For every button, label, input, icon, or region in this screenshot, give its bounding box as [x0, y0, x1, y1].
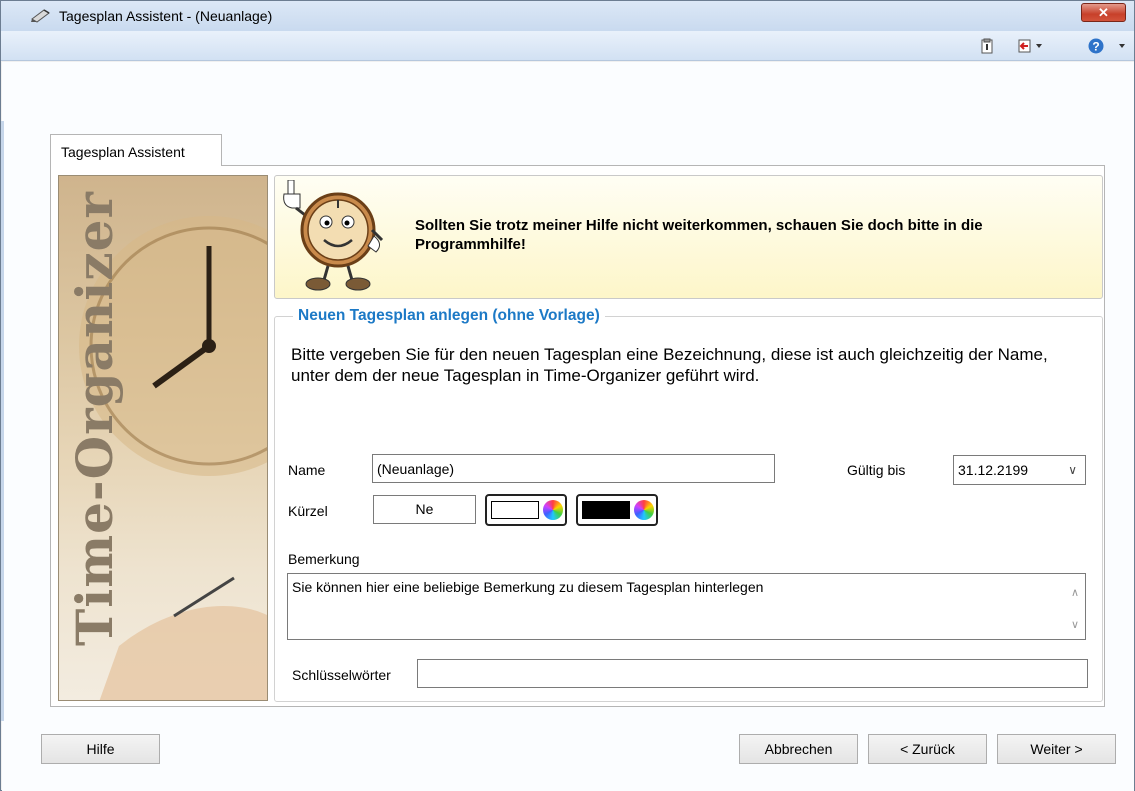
toolbar: ?: [1, 31, 1134, 61]
back-color-button[interactable]: [576, 494, 658, 526]
remark-label: Bemerkung: [288, 551, 360, 567]
title-bar: Tagesplan Assistent - (Neuanlage) ✕: [1, 1, 1134, 31]
text-color-swatch: [491, 501, 539, 519]
cancel-button[interactable]: Abbrechen: [739, 734, 858, 764]
chevron-down-icon[interactable]: ∨: [1068, 463, 1077, 477]
valid-until-date-picker[interactable]: 31.12.2199 ∨: [953, 455, 1086, 485]
valid-until-label: Gültig bis: [847, 462, 906, 478]
clipboard-icon[interactable]: [979, 38, 995, 54]
remark-textarea[interactable]: Sie können hier eine beliebige Bemerkung…: [287, 573, 1086, 640]
color-wheel-icon: [634, 500, 654, 520]
color-wheel-icon: [543, 500, 563, 520]
dialog-window: Tagesplan Assistent - (Neuanlage) ✕ ? Ta…: [0, 0, 1135, 791]
scroll-down-icon[interactable]: ∨: [1071, 618, 1079, 631]
group-description: Bitte vergeben Sie für den neuen Tagespl…: [291, 345, 1048, 385]
tab-tagesplan-assistent[interactable]: Tagesplan Assistent: [50, 134, 222, 166]
svg-text:?: ?: [1092, 40, 1099, 54]
back-color-swatch: [582, 501, 630, 519]
back-button[interactable]: < Zurück: [868, 734, 987, 764]
clock-mascot-icon: [283, 180, 384, 291]
wizard-pen-icon: [31, 9, 50, 23]
side-image: Time-Organizer: [58, 175, 268, 701]
hint-box: Sollten Sie trotz meiner Hilfe nicht wei…: [274, 175, 1103, 299]
help-button[interactable]: Hilfe: [41, 734, 160, 764]
left-decoration: [1, 121, 4, 721]
help-icon[interactable]: ?: [1088, 38, 1104, 54]
hint-text: Sollten Sie trotz meiner Hilfe nicht wei…: [415, 217, 983, 253]
short-name-field[interactable]: Ne: [373, 495, 476, 524]
group-title: Neuen Tagesplan anlegen (ohne Vorlage): [293, 307, 605, 325]
keywords-input[interactable]: [417, 659, 1088, 688]
window-title: Tagesplan Assistent - (Neuanlage): [59, 8, 273, 24]
valid-until-value: 31.12.2199: [958, 462, 1029, 478]
keywords-label: Schlüsselwörter: [292, 667, 391, 683]
exit-dropdown-arrow-icon[interactable]: [1036, 44, 1042, 48]
exit-icon[interactable]: [1017, 38, 1033, 54]
text-color-button[interactable]: [485, 494, 567, 526]
next-button[interactable]: Weiter >: [997, 734, 1116, 764]
remark-text: Sie können hier eine beliebige Bemerkung…: [292, 579, 764, 595]
close-button[interactable]: ✕: [1081, 3, 1126, 22]
name-label: Name: [288, 462, 326, 478]
side-image-text: Time-Organizer: [65, 191, 124, 646]
name-input[interactable]: [372, 454, 775, 483]
help-dropdown-arrow-icon[interactable]: [1119, 44, 1125, 48]
short-label: Kürzel: [288, 503, 328, 519]
scroll-up-icon[interactable]: ∧: [1071, 586, 1079, 599]
